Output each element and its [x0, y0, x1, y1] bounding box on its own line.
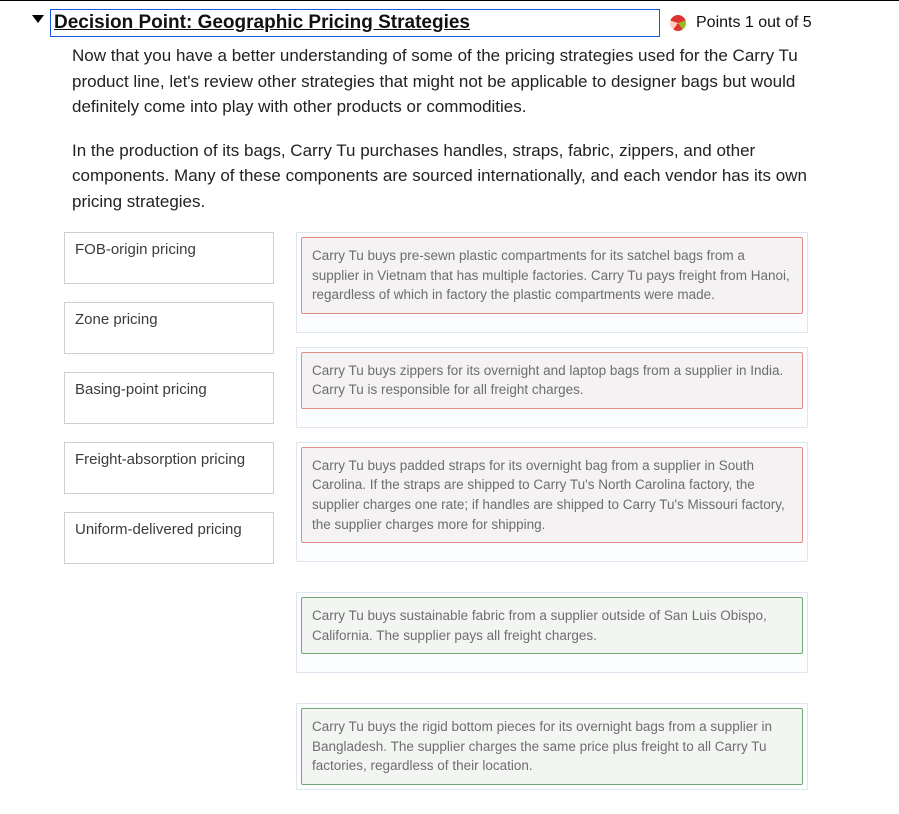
scenario-card-4[interactable]: Carry Tu buys sustainable fabric from a … — [301, 597, 803, 654]
scenario-card-3[interactable]: Carry Tu buys padded straps for its over… — [301, 447, 803, 543]
drop-target-list: Carry Tu buys pre-sewn plastic compartme… — [296, 232, 808, 790]
drop-slot-4[interactable]: Carry Tu buys sustainable fabric from a … — [296, 592, 808, 673]
term-uniform-delivered[interactable]: Uniform-delivered pricing — [64, 512, 274, 564]
intro-paragraph-2: In the production of its bags, Carry Tu … — [72, 138, 852, 215]
question-body: Now that you have a better understanding… — [72, 43, 852, 214]
question-title-link[interactable]: Decision Point: Geographic Pricing Strat… — [50, 9, 660, 37]
term-fob-origin[interactable]: FOB-origin pricing — [64, 232, 274, 284]
term-list: FOB-origin pricing Zone pricing Basing-p… — [64, 232, 274, 564]
points-label: Points 1 out of 5 — [696, 14, 812, 32]
score-pie-icon — [670, 15, 686, 31]
scenario-card-5[interactable]: Carry Tu buys the rigid bottom pieces fo… — [301, 708, 803, 785]
scenario-card-1[interactable]: Carry Tu buys pre-sewn plastic compartme… — [301, 237, 803, 314]
drop-slot-1[interactable]: Carry Tu buys pre-sewn plastic compartme… — [296, 232, 808, 333]
term-freight-absorption[interactable]: Freight-absorption pricing — [64, 442, 274, 494]
drop-slot-2[interactable]: Carry Tu buys zippers for its overnight … — [296, 347, 808, 428]
intro-paragraph-1: Now that you have a better understanding… — [72, 43, 852, 120]
matching-exercise: FOB-origin pricing Zone pricing Basing-p… — [64, 232, 881, 790]
drop-slot-3[interactable]: Carry Tu buys padded straps for its over… — [296, 442, 808, 562]
term-zone[interactable]: Zone pricing — [64, 302, 274, 354]
scenario-card-2[interactable]: Carry Tu buys zippers for its overnight … — [301, 352, 803, 409]
term-basing-point[interactable]: Basing-point pricing — [64, 372, 274, 424]
collapse-toggle-icon[interactable] — [32, 15, 44, 23]
drop-slot-5[interactable]: Carry Tu buys the rigid bottom pieces fo… — [296, 703, 808, 790]
